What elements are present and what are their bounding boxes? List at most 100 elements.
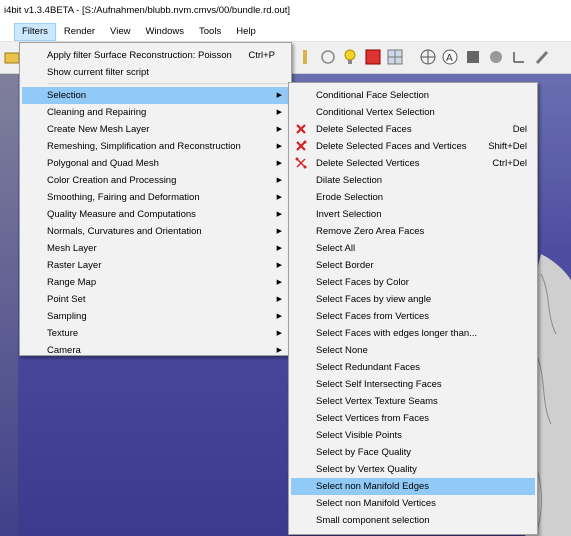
viewport-side-strip (0, 74, 18, 536)
category-raster-layer[interactable]: Raster Layer ▶ (22, 257, 289, 274)
lightbulb-icon[interactable] (340, 47, 360, 67)
category-normals[interactable]: Normals, Curvatures and Orientation ▶ (22, 223, 289, 240)
invert-selection-item[interactable]: Invert Selection (291, 206, 535, 223)
menu-item-label: Delete Selected Faces (316, 124, 412, 135)
menu-item-label: Range Map (47, 277, 97, 288)
paint-icon[interactable] (532, 47, 552, 67)
category-cleaning[interactable]: Cleaning and Repairing ▶ (22, 104, 289, 121)
submenu-arrow-icon: ▶ (276, 143, 282, 150)
delete-faces-icon (296, 124, 306, 134)
select-none-item[interactable]: Select None (291, 342, 535, 359)
delete-vertices-icon (295, 157, 307, 169)
menu-item-label: Point Set (47, 294, 86, 305)
dilate-selection-item[interactable]: Dilate Selection (291, 172, 535, 189)
menu-item-label: Select Border (316, 260, 374, 271)
menu-item-label: Show current filter script (47, 67, 149, 78)
menu-help[interactable]: Help (229, 23, 263, 41)
category-point-set[interactable]: Point Set ▶ (22, 291, 289, 308)
menu-item-label: Select by Vertex Quality (316, 464, 417, 475)
submenu-arrow-icon: ▶ (276, 262, 282, 269)
menu-item-label: Select Vertex Texture Seams (316, 396, 438, 407)
category-color[interactable]: Color Creation and Processing ▶ (22, 172, 289, 189)
menu-render[interactable]: Render (57, 23, 102, 41)
select-redundant-faces-item[interactable]: Select Redundant Faces (291, 359, 535, 376)
delete-selected-faces-and-vertices-item[interactable]: Delete Selected Faces and Vertices Shift… (291, 138, 535, 155)
shortcut-label: Ctrl+Del (492, 158, 527, 169)
submenu-arrow-icon: ▶ (276, 296, 282, 303)
category-create-mesh-layer[interactable]: Create New Mesh Layer ▶ (22, 121, 289, 138)
category-smoothing[interactable]: Smoothing, Fairing and Deformation ▶ (22, 189, 289, 206)
select-border-item[interactable]: Select Border (291, 257, 535, 274)
menu-tools[interactable]: Tools (192, 23, 228, 41)
category-texture[interactable]: Texture ▶ (22, 325, 289, 342)
menu-item-label: Select non Manifold Vertices (316, 498, 436, 509)
selection-submenu: Conditional Face Selection Conditional V… (288, 82, 538, 535)
color-icon[interactable] (363, 47, 383, 67)
show-filter-script-item[interactable]: Show current filter script (22, 64, 289, 81)
delete-selected-faces-item[interactable]: Delete Selected Faces Del (291, 121, 535, 138)
menu-item-label: Invert Selection (316, 209, 382, 220)
delete-faces-vertices-icon (296, 140, 307, 151)
small-component-selection-item[interactable]: Small component selection (291, 512, 535, 529)
category-range-map[interactable]: Range Map ▶ (22, 274, 289, 291)
menu-item-label: Dilate Selection (316, 175, 383, 186)
select-by-vertex-quality-item[interactable]: Select by Vertex Quality (291, 461, 535, 478)
select-vertices-from-faces-item[interactable]: Select Vertices from Faces (291, 410, 535, 427)
category-remeshing[interactable]: Remeshing, Simplification and Reconstruc… (22, 138, 289, 155)
select-vertex-texture-seams-item[interactable]: Select Vertex Texture Seams (291, 393, 535, 410)
shortcut-label: Del (512, 124, 527, 135)
erode-selection-item[interactable]: Erode Selection (291, 189, 535, 206)
menu-view[interactable]: View (103, 23, 137, 41)
filters-dropdown-menu: Apply filter Surface Reconstruction: Poi… (19, 42, 292, 356)
category-camera[interactable]: Camera ▶ (22, 342, 289, 359)
window-title: i4bit v1.3.4BETA - [S:/Aufnahmen/blubb.n… (0, 0, 571, 22)
menu-item-label: Select Self Intersecting Faces (316, 379, 442, 390)
menu-item-label: Select non Manifold Edges (316, 481, 430, 492)
globe-icon[interactable] (418, 47, 438, 67)
axis-icon[interactable] (509, 47, 529, 67)
light-icon[interactable] (318, 47, 338, 67)
menu-item-label: Normals, Curvatures and Orientation (47, 226, 202, 237)
conditional-face-selection-item[interactable]: Conditional Face Selection (291, 87, 535, 104)
submenu-arrow-icon: ▶ (276, 347, 282, 354)
category-selection[interactable]: Selection ▶ (22, 87, 289, 104)
select-self-intersecting-faces-item[interactable]: Select Self Intersecting Faces (291, 376, 535, 393)
submenu-arrow-icon: ▶ (276, 109, 282, 116)
submenu-arrow-icon: ▶ (276, 313, 282, 320)
select-by-face-quality-item[interactable]: Select by Face Quality (291, 444, 535, 461)
shortcut-label: Shift+Del (488, 141, 527, 152)
menu-item-label: Delete Selected Faces and Vertices (316, 141, 467, 152)
category-quality[interactable]: Quality Measure and Computations ▶ (22, 206, 289, 223)
category-sampling[interactable]: Sampling ▶ (22, 308, 289, 325)
menu-item-label: Select Faces by view angle (316, 294, 432, 305)
conditional-vertex-selection-item[interactable]: Conditional Vertex Selection (291, 104, 535, 121)
menu-filters[interactable]: Filters (14, 22, 56, 41)
select-faces-with-long-edges-item[interactable]: Select Faces with edges longer than... (291, 325, 535, 342)
menu-separator (48, 83, 289, 84)
menu-windows[interactable]: Windows (138, 23, 191, 41)
apply-poisson-filter-item[interactable]: Apply filter Surface Reconstruction: Poi… (22, 47, 289, 64)
menu-item-label: Cleaning and Repairing (47, 107, 147, 118)
menu-item-label: Texture (47, 328, 79, 339)
menu-item-label: Select Redundant Faces (316, 362, 421, 373)
mesh-icon[interactable] (385, 47, 405, 67)
delete-selected-vertices-item[interactable]: Delete Selected Vertices Ctrl+Del (291, 155, 535, 172)
submenu-arrow-icon: ▶ (276, 211, 282, 218)
select-faces-from-vertices-item[interactable]: Select Faces from Vertices (291, 308, 535, 325)
layer-icon[interactable] (295, 47, 315, 67)
category-mesh-layer[interactable]: Mesh Layer ▶ (22, 240, 289, 257)
remove-zero-area-faces-item[interactable]: Remove Zero Area Faces (291, 223, 535, 240)
select-faces-by-color-item[interactable]: Select Faces by Color (291, 274, 535, 291)
render-icon[interactable] (463, 47, 483, 67)
settings-icon[interactable] (486, 47, 506, 67)
menu-item-label: Erode Selection (316, 192, 384, 203)
select-visible-points-item[interactable]: Select Visible Points (291, 427, 535, 444)
menu-item-label: Remove Zero Area Faces (316, 226, 425, 237)
select-non-manifold-vertices-item[interactable]: Select non Manifold Vertices (291, 495, 535, 512)
select-non-manifold-edges-item[interactable]: Select non Manifold Edges (291, 478, 535, 495)
category-polygonal[interactable]: Polygonal and Quad Mesh ▶ (22, 155, 289, 172)
menu-item-label: Polygonal and Quad Mesh (47, 158, 159, 169)
select-all-item[interactable]: Select All (291, 240, 535, 257)
select-faces-by-view-angle-item[interactable]: Select Faces by view angle (291, 291, 535, 308)
annotation-icon[interactable]: A (440, 47, 460, 67)
